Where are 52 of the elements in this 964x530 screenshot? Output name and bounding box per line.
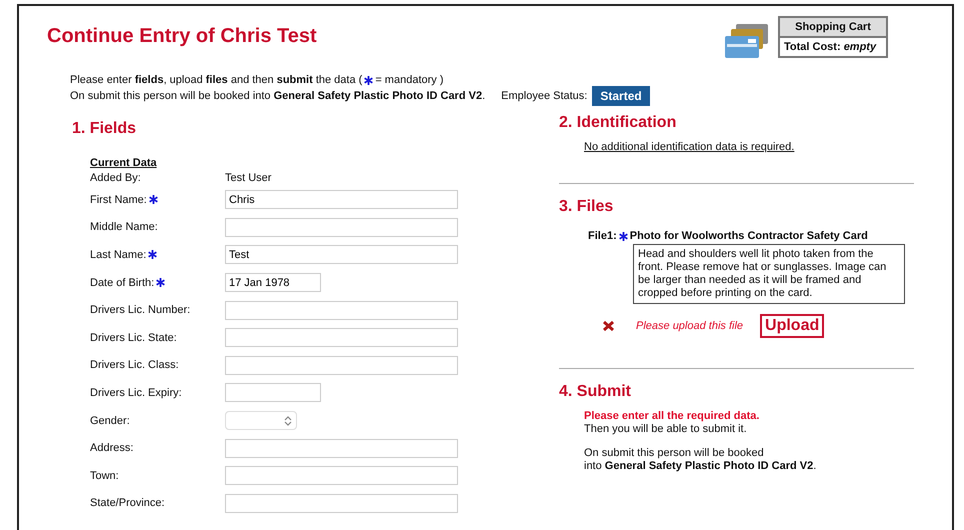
field-label: Drivers Lic. Class:: [90, 359, 179, 372]
input-field[interactable]: [225, 356, 458, 375]
upload-message: Please upload this file: [636, 320, 744, 332]
field-label: Address:: [90, 442, 134, 454]
input-field[interactable]: [225, 383, 321, 402]
upload-button[interactable]: Upload: [760, 314, 824, 338]
field-label: Gender:: [90, 414, 130, 427]
status-badge: Started: [592, 86, 650, 106]
mandatory-legend: = mandatory ): [375, 74, 444, 86]
section-heading: 1. Fields: [72, 120, 138, 138]
input-field[interactable]: Test: [225, 245, 458, 264]
field-label: Drivers Lic. State:: [90, 332, 177, 344]
cost-label: Total Cost:: [784, 41, 841, 53]
field-value: Test User: [225, 172, 272, 184]
input-field[interactable]: [225, 328, 458, 348]
field-label: First Name:: [90, 194, 147, 206]
hint-text: Then you will be able to submit it.: [584, 423, 748, 436]
input-field[interactable]: [225, 218, 458, 237]
cart-heading: Shopping Cart: [780, 18, 886, 38]
field-label: State/Province:: [90, 497, 165, 510]
input-field[interactable]: [225, 494, 458, 513]
section-heading: 3. Files: [559, 198, 614, 216]
field-label: Added By:: [90, 172, 141, 184]
asterisk-icon: [364, 76, 374, 85]
field-label: Drivers Lic. Expiry:: [90, 386, 182, 399]
field-label: Town:: [90, 470, 119, 482]
warning-text: Please enter all the required data.: [584, 410, 760, 423]
dropdown[interactable]: [225, 411, 297, 430]
updown-icon: [284, 414, 292, 427]
field-label: Last Name:: [90, 248, 146, 261]
input-field[interactable]: [225, 466, 458, 486]
cost-value: empty: [844, 41, 876, 53]
booking-info: On submit this person will be booked into General Safety Plastic Photo ID Card V2.: [584, 447, 816, 473]
intro-text: Please enter fields, upload files and then submit the data (: [70, 74, 362, 86]
file-title: Photo for Woolworths Contractor Safety Card: [630, 230, 868, 242]
current-data-heading: Current Data: [90, 157, 158, 169]
section-heading: 4. Submit: [559, 383, 632, 401]
input-field[interactable]: [225, 300, 458, 320]
file-description: Head and shoulders well lit photo taken from the front. Please remove hat or sunglasses. Image can be larger than needed as it will be framed and cropped before printing on the card.: [633, 244, 905, 304]
section-heading: 2. Identification: [559, 114, 678, 132]
field-label: Middle Name:: [90, 221, 158, 234]
field-label: Drivers Lic. Number:: [90, 304, 190, 316]
shopping-cart-panel[interactable]: Shopping Cart Total Cost: empty: [778, 16, 888, 58]
booking-text: On submit this person will be booked into General Safety Plastic Photo ID Card V2.: [70, 90, 486, 102]
input-field[interactable]: 17 Jan 1978: [225, 273, 321, 292]
input-field[interactable]: Chris: [225, 190, 458, 210]
status-label: Employee Status:: [501, 90, 588, 102]
file-label: File1:: [588, 230, 617, 242]
identification-note: No additional identification data is required.: [584, 141, 796, 153]
field-label: Date of Birth:: [90, 276, 154, 289]
input-field[interactable]: [225, 438, 458, 458]
page-title: Continue Entry of Chris Test: [47, 25, 317, 49]
